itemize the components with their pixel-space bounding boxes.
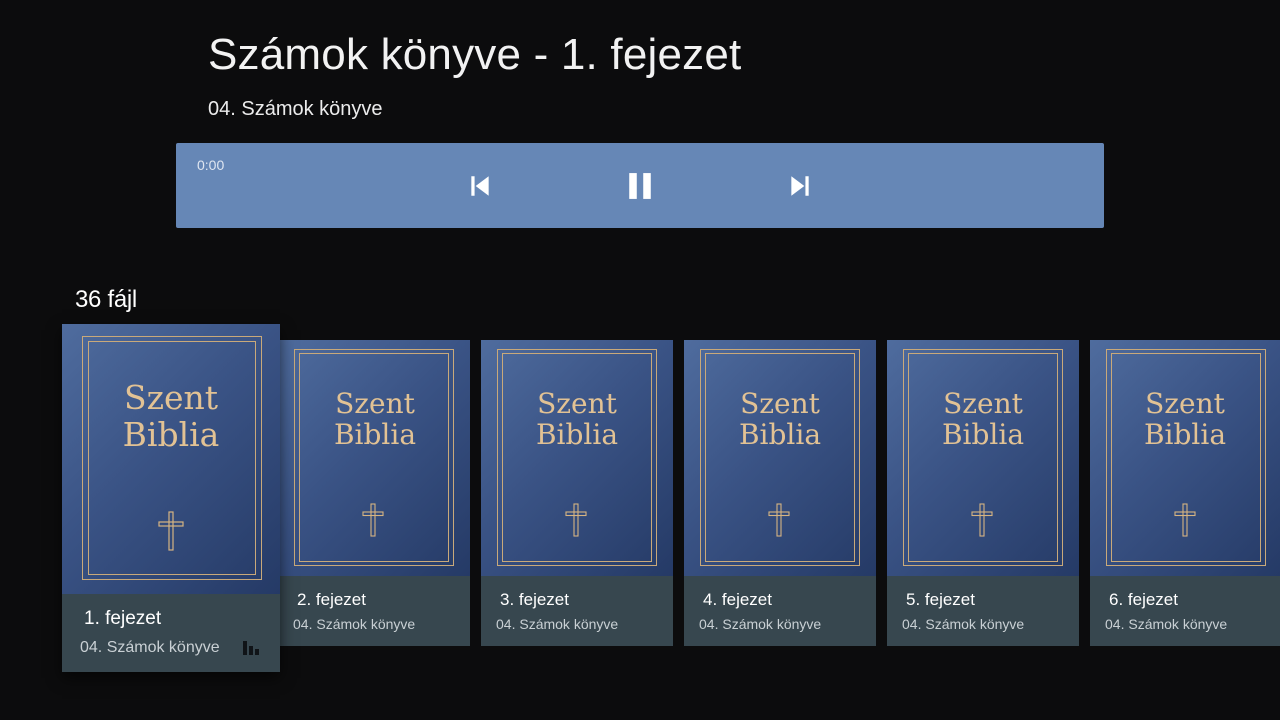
- now-playing-icon: [243, 641, 259, 655]
- cover-title: Szent Biblia: [62, 378, 280, 454]
- cross-icon: [565, 503, 587, 537]
- cover-image: Szent Biblia: [280, 340, 470, 576]
- cover-title: Szent Biblia: [280, 388, 470, 451]
- cross-icon: [362, 503, 384, 537]
- skip-next-icon: [791, 176, 809, 196]
- cover-title-line2: Biblia: [941, 418, 1025, 452]
- cover-title: Szent Biblia: [887, 388, 1079, 451]
- chapter-subtitle: 04. Számok könyve: [80, 639, 220, 656]
- cover-image: Szent Biblia: [1090, 340, 1280, 576]
- page-title: Számok könyve - 1. fejezet: [208, 30, 742, 79]
- pause-icon: [629, 173, 651, 199]
- chapter-subtitle: 04. Számok könyve: [902, 616, 1025, 632]
- cover-image: Szent Biblia: [62, 324, 280, 594]
- chapter-title: 3. fejezet: [500, 590, 569, 609]
- chapter-title: 1. fejezet: [84, 608, 162, 629]
- cover-title-line2: Biblia: [1143, 418, 1227, 452]
- chapter-title: 2. fejezet: [297, 590, 366, 609]
- playback-controls-bar: 0:00: [176, 143, 1104, 228]
- cover-title-line1: Szent: [537, 387, 617, 420]
- file-count: 36 fájl: [75, 286, 137, 313]
- cover-title: Szent Biblia: [1090, 388, 1280, 451]
- cover-title-line1: Szent: [740, 387, 820, 420]
- chapter-card-6[interactable]: Szent Biblia 6. fejezet 04. Számok könyv…: [1090, 340, 1280, 646]
- cover-title-line1: Szent: [943, 387, 1023, 420]
- chapter-title: 5. fejezet: [906, 590, 975, 609]
- cover-image: Szent Biblia: [887, 340, 1079, 576]
- cover-title-line2: Biblia: [333, 418, 417, 452]
- skip-next-button[interactable]: [784, 170, 816, 202]
- chapter-card-2[interactable]: Szent Biblia 2. fejezet 04. Számok könyv…: [280, 340, 470, 646]
- pause-button[interactable]: [624, 170, 656, 202]
- playback-time: 0:00: [197, 157, 225, 173]
- chapter-subtitle: 04. Számok könyve: [293, 616, 416, 632]
- cover-title-line2: Biblia: [738, 418, 822, 452]
- chapter-subtitle: 04. Számok könyve: [496, 616, 619, 632]
- cover-title-line1: Szent: [1145, 387, 1225, 420]
- cross-icon: [971, 503, 993, 537]
- skip-previous-icon: [471, 176, 489, 196]
- chapter-card-4[interactable]: Szent Biblia 4. fejezet 04. Számok könyv…: [684, 340, 876, 646]
- cover-title-line1: Szent: [335, 387, 415, 420]
- chapter-card-1[interactable]: Szent Biblia 1. fejezet 04. Számok könyv…: [62, 324, 280, 672]
- cover-title-line1: Szent: [123, 378, 219, 417]
- skip-previous-button[interactable]: [464, 170, 496, 202]
- cover-title: Szent Biblia: [481, 388, 673, 451]
- chapter-card-3[interactable]: Szent Biblia 3. fejezet 04. Számok könyv…: [481, 340, 673, 646]
- chapter-title: 6. fejezet: [1109, 590, 1178, 609]
- cross-icon: [158, 511, 184, 551]
- chapter-title: 4. fejezet: [703, 590, 772, 609]
- page-subtitle: 04. Számok könyve: [208, 98, 383, 120]
- cover-title-line2: Biblia: [535, 418, 619, 452]
- chapter-subtitle: 04. Számok könyve: [699, 616, 822, 632]
- cross-icon: [1174, 503, 1196, 537]
- cross-icon: [768, 503, 790, 537]
- cover-title: Szent Biblia: [684, 388, 876, 451]
- chapter-card-5[interactable]: Szent Biblia 5. fejezet 04. Számok könyv…: [887, 340, 1079, 646]
- cover-title-line2: Biblia: [122, 414, 220, 454]
- chapter-subtitle: 04. Számok könyve: [1105, 616, 1228, 632]
- cover-image: Szent Biblia: [481, 340, 673, 576]
- cover-image: Szent Biblia: [684, 340, 876, 576]
